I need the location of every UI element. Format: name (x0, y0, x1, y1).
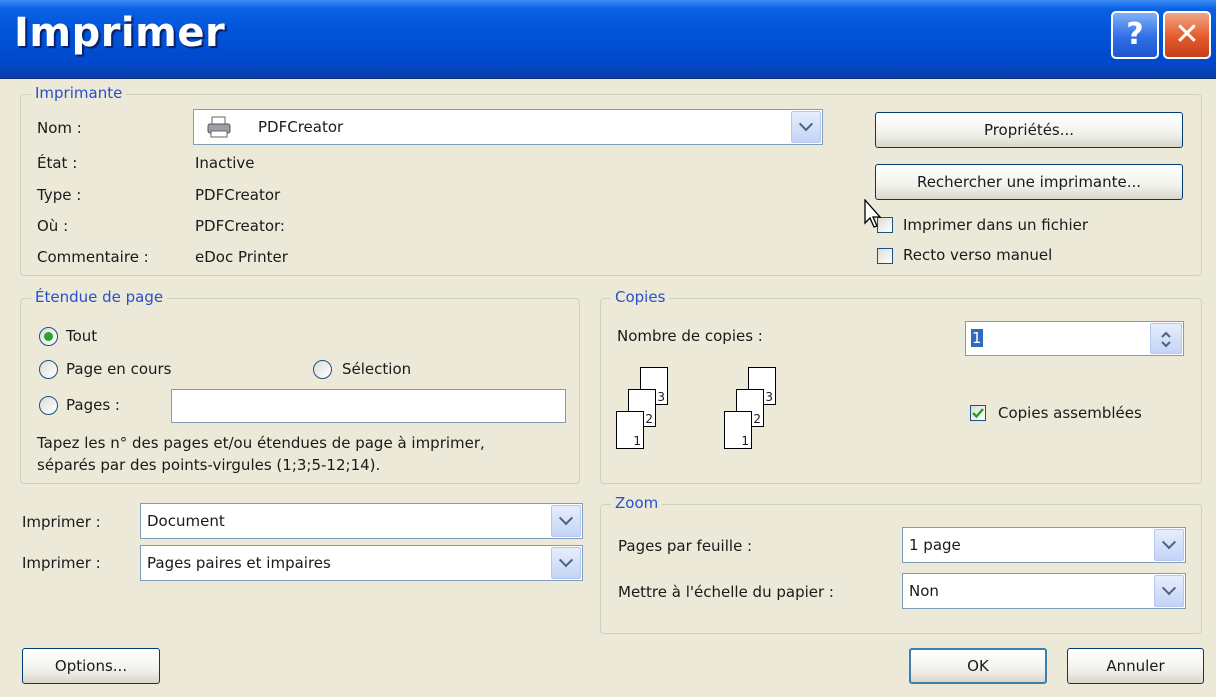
options-button[interactable]: Options... (22, 648, 160, 684)
printer-state-value: Inactive (195, 154, 255, 172)
chevron-down-icon (798, 117, 814, 132)
printer-state-label: État : (37, 154, 78, 172)
pages-per-sheet-value: 1 page (909, 536, 961, 554)
collated-pages-illustration-1: 3 2 1 (612, 367, 682, 462)
spin-arrows-icon (1161, 331, 1171, 348)
page-range-selection-radio[interactable] (313, 360, 332, 379)
page-range-legend: Étendue de page (31, 288, 168, 306)
chevron-down-icon (558, 511, 574, 526)
copies-count-value[interactable]: 1 (971, 329, 983, 347)
copies-count-spinner[interactable]: 1 (965, 321, 1184, 356)
print-what-dropdown-button[interactable] (551, 505, 581, 537)
collate-checkbox[interactable] (970, 405, 986, 421)
print-what-select[interactable]: Document (140, 503, 583, 539)
properties-button[interactable]: Propriétés... (875, 112, 1183, 148)
title-bar: Imprimer ? ✕ (0, 0, 1216, 79)
printer-where-label: Où : (37, 217, 69, 235)
printer-type-value: PDFCreator (195, 186, 281, 204)
print-pages-select[interactable]: Pages paires et impaires (140, 545, 583, 581)
page-range-all-label: Tout (66, 327, 98, 345)
copies-legend: Copies (611, 288, 670, 306)
page-range-hint-1: Tapez les n° des pages et/ou étendues de… (37, 434, 485, 452)
printer-legend: Imprimante (31, 84, 127, 102)
print-what-label: Imprimer : (22, 513, 101, 531)
ok-button[interactable]: OK (909, 648, 1047, 684)
close-button[interactable]: ✕ (1163, 11, 1211, 59)
help-icon: ? (1126, 17, 1144, 52)
page-range-hint-2: séparés par des points-virgules (1;3;5-1… (37, 456, 381, 474)
printer-name-value: PDFCreator (258, 118, 344, 136)
scale-to-paper-dropdown-button[interactable] (1154, 575, 1184, 607)
chevron-down-icon (558, 553, 574, 568)
print-pages-dropdown-button[interactable] (551, 547, 581, 579)
page-range-current-label: Page en cours (66, 360, 172, 378)
page-range-all-radio[interactable] (39, 327, 58, 346)
pages-per-sheet-label: Pages par feuille : (618, 537, 753, 555)
printer-where-value: PDFCreator: (195, 217, 285, 235)
printer-type-label: Type : (37, 186, 82, 204)
print-pages-label: Imprimer : (22, 554, 101, 572)
page-range-selection-label: Sélection (342, 360, 412, 378)
print-what-value: Document (147, 512, 225, 530)
pages-input[interactable] (171, 389, 566, 423)
page-range-pages-label: Pages : (66, 396, 120, 414)
printer-name-select[interactable]: PDFCreator (193, 109, 823, 145)
scale-to-paper-label: Mettre à l'échelle du papier : (618, 583, 834, 601)
pages-per-sheet-dropdown-button[interactable] (1154, 529, 1184, 561)
printer-icon (206, 116, 232, 138)
chevron-down-icon (1161, 581, 1177, 596)
copies-count-label: Nombre de copies : (617, 327, 763, 345)
collated-pages-illustration-2: 3 2 1 (720, 367, 790, 462)
page-icon: 1 (616, 411, 644, 449)
mouse-cursor-icon (864, 198, 886, 235)
manual-duplex-checkbox[interactable] (877, 248, 893, 264)
printer-name-label: Nom : (37, 119, 82, 137)
chevron-down-icon (1161, 535, 1177, 550)
manual-duplex-label: Recto verso manuel (903, 246, 1053, 264)
collate-label: Copies assemblées (998, 404, 1142, 422)
scale-to-paper-value: Non (909, 582, 939, 600)
zoom-group: Zoom (600, 494, 1202, 634)
page-range-pages-radio[interactable] (39, 396, 58, 415)
pages-per-sheet-select[interactable]: 1 page (902, 527, 1186, 563)
zoom-legend: Zoom (611, 494, 663, 512)
checkmark-icon (972, 408, 984, 419)
help-button[interactable]: ? (1111, 11, 1159, 59)
scale-to-paper-select[interactable]: Non (902, 573, 1186, 609)
cancel-button[interactable]: Annuler (1067, 648, 1204, 684)
printer-name-dropdown-button[interactable] (791, 111, 821, 143)
print-pages-value: Pages paires et impaires (147, 554, 331, 572)
print-to-file-label: Imprimer dans un fichier (903, 216, 1089, 234)
page-icon: 1 (724, 411, 752, 449)
printer-comment-value: eDoc Printer (195, 248, 288, 266)
page-range-current-radio[interactable] (39, 360, 58, 379)
copies-spin-buttons[interactable] (1150, 323, 1182, 354)
printer-comment-label: Commentaire : (37, 248, 149, 266)
close-icon: ✕ (1174, 17, 1200, 52)
find-printer-button[interactable]: Rechercher une imprimante... (875, 164, 1183, 200)
window-title: Imprimer (14, 10, 226, 56)
